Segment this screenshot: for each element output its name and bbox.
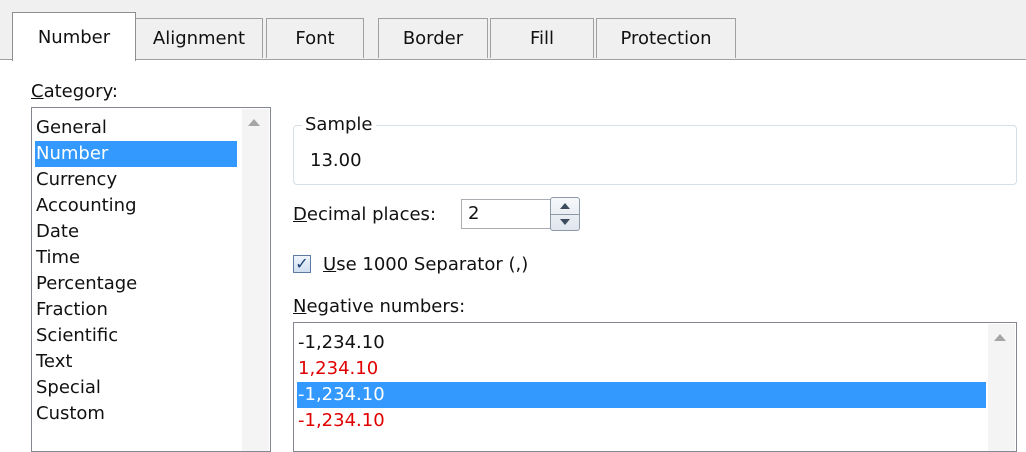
- tab-number[interactable]: Number: [12, 12, 136, 61]
- spinner-divider: [551, 214, 579, 215]
- negative-format-item-selected[interactable]: -1,234.10: [297, 382, 986, 408]
- tab-alignment-label: Alignment: [152, 28, 246, 49]
- category-item-fraction[interactable]: Fraction: [36, 297, 108, 323]
- sample-value: 13.00: [310, 150, 362, 171]
- sample-legend: Sample: [302, 114, 376, 135]
- category-item-custom[interactable]: Custom: [36, 401, 105, 427]
- tab-alignment[interactable]: Alignment: [135, 18, 263, 58]
- tab-font-label: Font: [295, 28, 335, 49]
- tab-number-label: Number: [37, 26, 111, 48]
- category-scrollbar[interactable]: [242, 109, 269, 451]
- use-1000-separator-label[interactable]: Use 1000 Separator (,): [323, 254, 528, 275]
- category-label: Category:: [31, 81, 118, 102]
- negative-numbers-scrollbar[interactable]: [988, 324, 1015, 451]
- decimal-places-input[interactable]: 2: [461, 199, 557, 229]
- category-item-time[interactable]: Time: [36, 245, 80, 271]
- use-1000-separator-checkbox[interactable]: ✓: [293, 255, 311, 273]
- negative-format-item[interactable]: -1,234.10: [298, 408, 385, 434]
- category-item-number[interactable]: Number: [35, 141, 237, 167]
- scroll-up-arrow-icon[interactable]: [994, 334, 1006, 341]
- spin-down-arrow-icon[interactable]: [560, 219, 570, 225]
- tab-panel-border: [0, 59, 1026, 60]
- tab-protection-label: Protection: [620, 28, 712, 49]
- category-item-accounting[interactable]: Accounting: [36, 193, 137, 219]
- tab-border[interactable]: Border: [378, 18, 488, 58]
- spin-up-arrow-icon[interactable]: [560, 203, 570, 209]
- category-item-scientific[interactable]: Scientific: [36, 323, 118, 349]
- tab-font[interactable]: Font: [266, 18, 364, 58]
- negative-format-item[interactable]: 1,234.10: [298, 356, 378, 382]
- decimal-places-label: Decimal places:: [293, 204, 437, 225]
- category-item-percentage[interactable]: Percentage: [36, 271, 137, 297]
- negative-format-item[interactable]: -1,234.10: [298, 330, 385, 356]
- scroll-up-arrow-icon[interactable]: [248, 119, 260, 126]
- category-item-text[interactable]: Text: [36, 349, 72, 375]
- category-item-currency[interactable]: Currency: [36, 167, 117, 193]
- tab-protection[interactable]: Protection: [596, 18, 736, 58]
- decimal-places-spinner[interactable]: [550, 197, 580, 231]
- tab-border-label: Border: [402, 28, 464, 49]
- decimal-places-value: 2: [468, 203, 480, 224]
- category-item-special[interactable]: Special: [36, 375, 101, 401]
- negative-numbers-listbox[interactable]: -1,234.10 1,234.10 -1,234.10 -1,234.10: [293, 322, 1017, 452]
- tab-fill[interactable]: Fill: [490, 18, 594, 58]
- category-item-date[interactable]: Date: [36, 219, 79, 245]
- category-listbox[interactable]: General Number Currency Accounting Date …: [31, 107, 271, 452]
- tab-fill-label: Fill: [529, 28, 555, 49]
- negative-numbers-label: Negative numbers:: [293, 296, 466, 317]
- tab-strip: Number Alignment Font Border Fill Protec…: [0, 0, 1026, 61]
- sample-groupbox: [293, 125, 1017, 185]
- category-item-general[interactable]: General: [36, 115, 107, 141]
